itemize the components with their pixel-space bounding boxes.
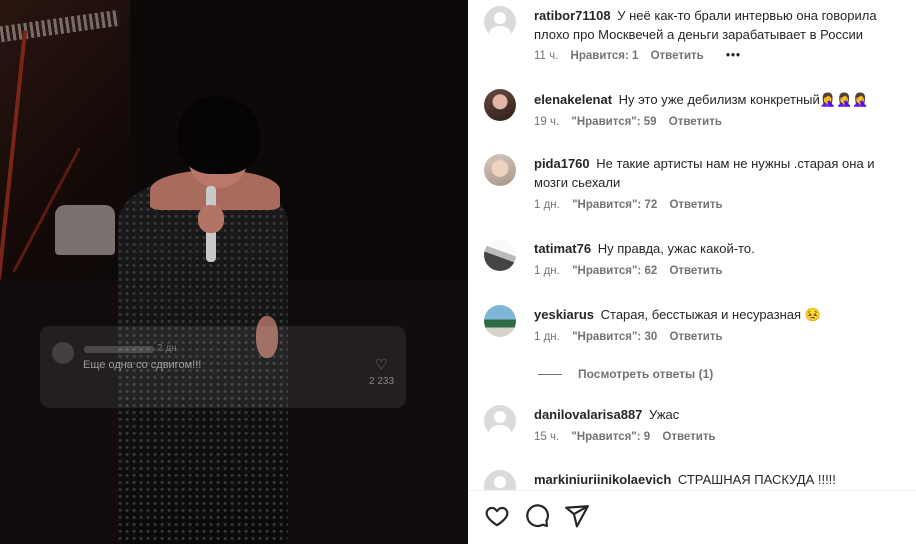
- avatar[interactable]: [484, 89, 516, 121]
- comment-meta: 19 ч. "Нравится": 59 Ответить: [534, 116, 731, 128]
- comment-likes[interactable]: "Нравится": 30: [572, 331, 657, 343]
- comment-meta: 1 дн. "Нравится": 72 Ответить: [534, 199, 732, 211]
- post-action-bar: [468, 490, 916, 544]
- comment-username[interactable]: markiniuriinikolaevich: [534, 472, 671, 487]
- overlay-avatar: [52, 342, 74, 364]
- comment-username[interactable]: yeskiarus: [534, 307, 594, 322]
- comment-body: danilovalarisa887 Ужас: [534, 405, 904, 424]
- stage-chair: [55, 205, 115, 255]
- comment-text: Ужас: [649, 407, 680, 422]
- avatar[interactable]: [484, 239, 516, 271]
- avatar[interactable]: [484, 154, 516, 186]
- comment-username[interactable]: elenakelenat: [534, 92, 612, 107]
- comment-username[interactable]: danilovalarisa887: [534, 407, 642, 422]
- comment-emoji: 🤦‍♀️🤦‍♀️🤦‍♀️: [819, 92, 869, 107]
- comment-likes[interactable]: "Нравится": 62: [572, 265, 657, 277]
- comment-username[interactable]: tatimat76: [534, 241, 591, 256]
- reply-divider-line: [538, 374, 562, 376]
- more-options-icon[interactable]: •••: [726, 50, 741, 62]
- comment-body: pida1760 Не такие артисты нам не нужны .…: [534, 154, 904, 192]
- comment-body: elenakelenat Ну это уже дебилизм конкрет…: [534, 90, 904, 109]
- comment-text: Старая, бесстыжая и несуразная: [600, 307, 802, 322]
- reply-button[interactable]: Ответить: [662, 431, 715, 443]
- heart-icon: ♡: [375, 356, 388, 372]
- comment-time[interactable]: 1 дн.: [534, 265, 560, 277]
- overlay-text: Еще одна со сдвигом!!!: [83, 359, 202, 371]
- comment-username[interactable]: ratibor71108: [534, 8, 611, 23]
- comments-list[interactable]: ratibor71108 У неё как-то брали интервью…: [468, 0, 916, 490]
- comment-likes[interactable]: "Нравится": 9: [571, 431, 650, 443]
- avatar[interactable]: [484, 305, 516, 337]
- avatar[interactable]: [484, 405, 516, 437]
- reply-button[interactable]: Ответить: [669, 116, 722, 128]
- avatar[interactable]: [484, 470, 516, 490]
- reply-button[interactable]: Ответить: [669, 265, 722, 277]
- reply-button[interactable]: Ответить: [669, 331, 722, 343]
- comment-time[interactable]: 1 дн.: [534, 331, 560, 343]
- comment-meta: 15 ч. "Нравится": 9 Ответить: [534, 431, 725, 443]
- comment-icon[interactable]: [524, 503, 550, 529]
- comment-body: yeskiarus Старая, бесстыжая и несуразная…: [534, 305, 904, 324]
- comment-body: tatimat76 Ну правда, ужас какой-то.: [534, 239, 904, 258]
- reply-button[interactable]: Ответить: [651, 50, 704, 62]
- comment-emoji: 😣: [804, 307, 821, 322]
- post-media[interactable]: 2 дн. Еще одна со сдвигом!!! ♡ 2 233: [0, 0, 468, 544]
- view-replies-button[interactable]: Посмотреть ответы (1): [538, 367, 713, 381]
- comment-username[interactable]: pida1760: [534, 156, 590, 171]
- view-replies-label: Посмотреть ответы (1): [578, 367, 714, 381]
- comment-meta: 11 ч. Нравится: 1 Ответить •••: [534, 50, 750, 62]
- comment-likes[interactable]: "Нравится": 72: [572, 199, 657, 211]
- comment-time[interactable]: 15 ч.: [534, 431, 559, 443]
- comment-likes[interactable]: "Нравится": 59: [571, 116, 656, 128]
- comment-time[interactable]: 19 ч.: [534, 116, 559, 128]
- overlay-username-blur: [84, 346, 154, 353]
- overlay-like-count: 2 233: [369, 376, 395, 387]
- reply-button[interactable]: Ответить: [669, 199, 722, 211]
- overlay-time: 2 дн.: [157, 343, 180, 354]
- singer-hand: [198, 205, 224, 233]
- comment-text: СТРАШНАЯ ПАСКУДА !!!!!: [677, 472, 836, 487]
- comment-text: Ну это уже дебилизм конкретный: [618, 92, 820, 107]
- heart-icon[interactable]: [484, 503, 510, 529]
- comment-text: Ну правда, ужас какой-то.: [597, 241, 755, 256]
- comment-likes[interactable]: Нравится: 1: [571, 50, 639, 62]
- avatar[interactable]: [484, 6, 516, 38]
- comment-meta: 1 дн. "Нравится": 62 Ответить: [534, 265, 732, 277]
- share-icon[interactable]: [564, 503, 590, 529]
- singer-hair: [178, 96, 260, 174]
- comment-body: markiniuriinikolaevich СТРАШНАЯ ПАСКУДА …: [534, 470, 904, 489]
- comment-time[interactable]: 1 дн.: [534, 199, 560, 211]
- comment-body: ratibor71108 У неё как-то брали интервью…: [534, 6, 904, 44]
- video-overlay-comment: 2 дн. Еще одна со сдвигом!!! ♡ 2 233: [40, 326, 406, 408]
- comment-time[interactable]: 11 ч.: [534, 50, 558, 62]
- comment-meta: 1 дн. "Нравится": 30 Ответить: [534, 331, 732, 343]
